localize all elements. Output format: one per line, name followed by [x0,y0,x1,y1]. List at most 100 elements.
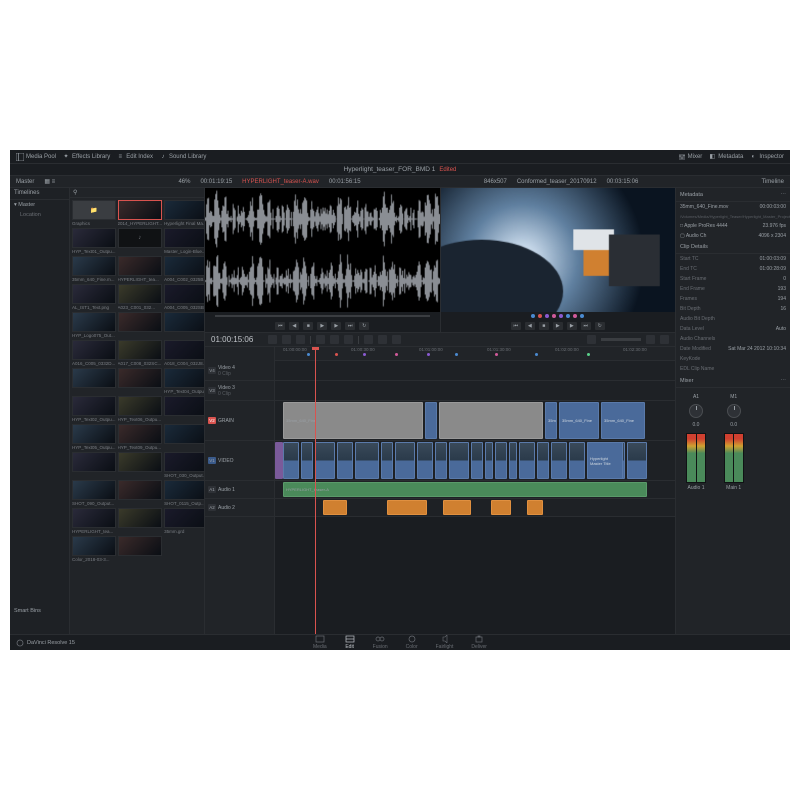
pool-clip[interactable]: AL_IST1_Text.png [72,284,116,310]
v3-header[interactable]: V3 Video 30 Clip [205,381,274,401]
pool-clip[interactable] [118,312,163,338]
effects-library-tab[interactable]: ✦ Effects Library [62,153,110,161]
next-clip-button[interactable]: ⏭ [345,322,355,330]
view-mode-icons[interactable]: ▦ ≡ [44,178,55,185]
grain-clip[interactable]: 35mm_640_Fine [559,402,599,439]
timeline-options-button[interactable] [660,335,669,344]
step-fwd-button[interactable]: ▶ [567,322,577,330]
video-clip[interactable] [551,442,567,479]
pool-clip[interactable] [118,508,163,534]
pool-clip[interactable]: HYP_Text05_Outpu... [72,424,116,450]
audio-clip[interactable] [323,500,347,515]
pool-clip[interactable]: 2014_HYPERLIGHT... [118,200,163,226]
v2-dest[interactable]: V2 [208,417,216,424]
clip-details-header[interactable]: Clip Details [676,241,790,254]
bin-path[interactable]: Master [16,179,34,185]
video-clip[interactable] [485,442,493,479]
pool-clip[interactable]: HYP_Text09_Outpu... [118,424,163,450]
audio-clip[interactable] [443,500,471,515]
v2-header[interactable]: V2 GRAIN [205,401,274,441]
master-bin[interactable]: ▾ Master [10,200,69,210]
step-back-button[interactable]: ◀ [525,322,535,330]
pool-clip[interactable] [118,536,163,562]
pan-knob[interactable] [727,404,741,418]
pool-clip[interactable]: 35mm_640_Fine.m... [72,256,116,282]
video-clip[interactable] [337,442,353,479]
play-button[interactable]: ▶ [317,322,327,330]
play-button[interactable]: ▶ [553,322,563,330]
deliver-page-tab[interactable]: Deliver [471,635,487,650]
pool-clip[interactable]: A017_C008_032SC... [118,340,163,366]
prev-clip-button[interactable]: ⏮ [275,322,285,330]
pool-clip[interactable] [164,312,205,338]
video-clip[interactable] [471,442,483,479]
audio-clip[interactable] [387,500,427,515]
pool-clip[interactable] [164,396,205,422]
mixer-strip-m1[interactable]: M1 0.0 Main 1 [718,392,750,493]
stop-button[interactable]: ■ [539,322,549,330]
edit-index-tab[interactable]: ≡ Edit Index [116,153,153,161]
playhead[interactable] [315,347,316,634]
link-tool[interactable] [364,335,373,344]
pool-clip[interactable] [72,452,116,478]
marker-tool[interactable] [392,335,401,344]
a2-dest[interactable]: A2 [208,504,216,511]
color-page-tab[interactable]: Color [406,635,418,650]
pool-clip[interactable] [118,480,163,506]
mixer-tab[interactable]: Mixer [678,153,703,161]
program-name[interactable]: Conformed_teaser_20170912 [517,179,597,185]
inspector-tab[interactable]: ◐ Inspector [749,153,784,161]
location-bin[interactable]: Location [10,210,69,220]
media-pool-tab[interactable]: Media Pool [16,153,56,161]
loop-button[interactable]: ↻ [359,322,369,330]
overwrite-tool[interactable] [330,335,339,344]
pool-clip[interactable]: Hyperlight Final Ma... [164,200,205,226]
source-fit[interactable]: 46% [178,179,190,185]
pool-clip[interactable]: 35mm.grd [164,508,205,534]
timeline-timecode[interactable]: 01:00:15:06 [211,335,263,344]
metadata-menu-icon[interactable]: ⋯ [781,192,787,198]
edit-page-tab[interactable]: Edit [345,635,355,650]
zoom-out-button[interactable] [587,335,596,344]
timeline-dropdown[interactable]: Timeline [762,179,784,185]
pool-clip[interactable]: SHOT_090_Output... [72,480,116,506]
pool-clip[interactable]: SHOT_0115_Outp... [164,480,205,506]
grain-clip[interactable]: 35mm_640_Fine [601,402,645,439]
pool-clip[interactable]: 📁Graphics [72,200,116,226]
pool-clip[interactable]: HYP_Text02_Outpu... [72,396,116,422]
video-clip[interactable] [395,442,415,479]
pool-clip[interactable] [164,424,205,450]
pool-clip[interactable]: Color_2018-03-3... [72,536,116,562]
video-clip[interactable] [449,442,469,479]
v1-header[interactable]: V1 VIDEO [205,441,274,481]
audio-clip[interactable]: HYPERLIGHT_teaser-A [283,482,647,497]
pool-clip[interactable]: SHOT_030_Output... [164,452,205,478]
pool-clip[interactable]: A004_C005_032SB... [164,284,205,310]
pool-clip[interactable]: A018_C004_032J8... [164,340,205,366]
timeline-ruler[interactable]: 01:00:00:0001:00:30:0001:01:00:0001:01:3… [275,347,675,361]
trim-tool[interactable] [282,335,291,344]
sound-library-tab[interactable]: ♪ Sound Library [159,153,206,161]
pool-clip[interactable] [118,368,163,394]
selection-tool[interactable] [268,335,277,344]
video-clip[interactable] [569,442,585,479]
video-clip[interactable] [519,442,535,479]
video-clip[interactable] [417,442,433,479]
pan-knob[interactable] [689,404,703,418]
pool-clip[interactable] [118,452,163,478]
pool-clip[interactable]: A016_C005_0332D... [72,340,116,366]
v4-header[interactable]: V4 Video 40 Clip [205,361,274,381]
grain-clip[interactable]: 35mm_640_Fine [283,402,423,439]
v3-dest[interactable]: V3 [208,387,216,394]
step-fwd-button[interactable]: ▶ [331,322,341,330]
pool-clip[interactable]: HYP_Text06_Outpu... [118,396,163,422]
source-viewer-body[interactable] [205,188,440,312]
video-clip[interactable] [315,442,335,479]
smart-bins-header[interactable]: Smart Bins [10,606,45,616]
pool-clip[interactable]: A023_C001_032... [118,284,163,310]
search-icon[interactable]: ⚲ [73,189,77,196]
program-markers[interactable] [441,312,676,320]
mixer-strip-a1[interactable]: A1 0.0 Audio 1 [680,392,712,493]
step-back-button[interactable]: ◀ [289,322,299,330]
grain-clip[interactable] [439,402,543,439]
